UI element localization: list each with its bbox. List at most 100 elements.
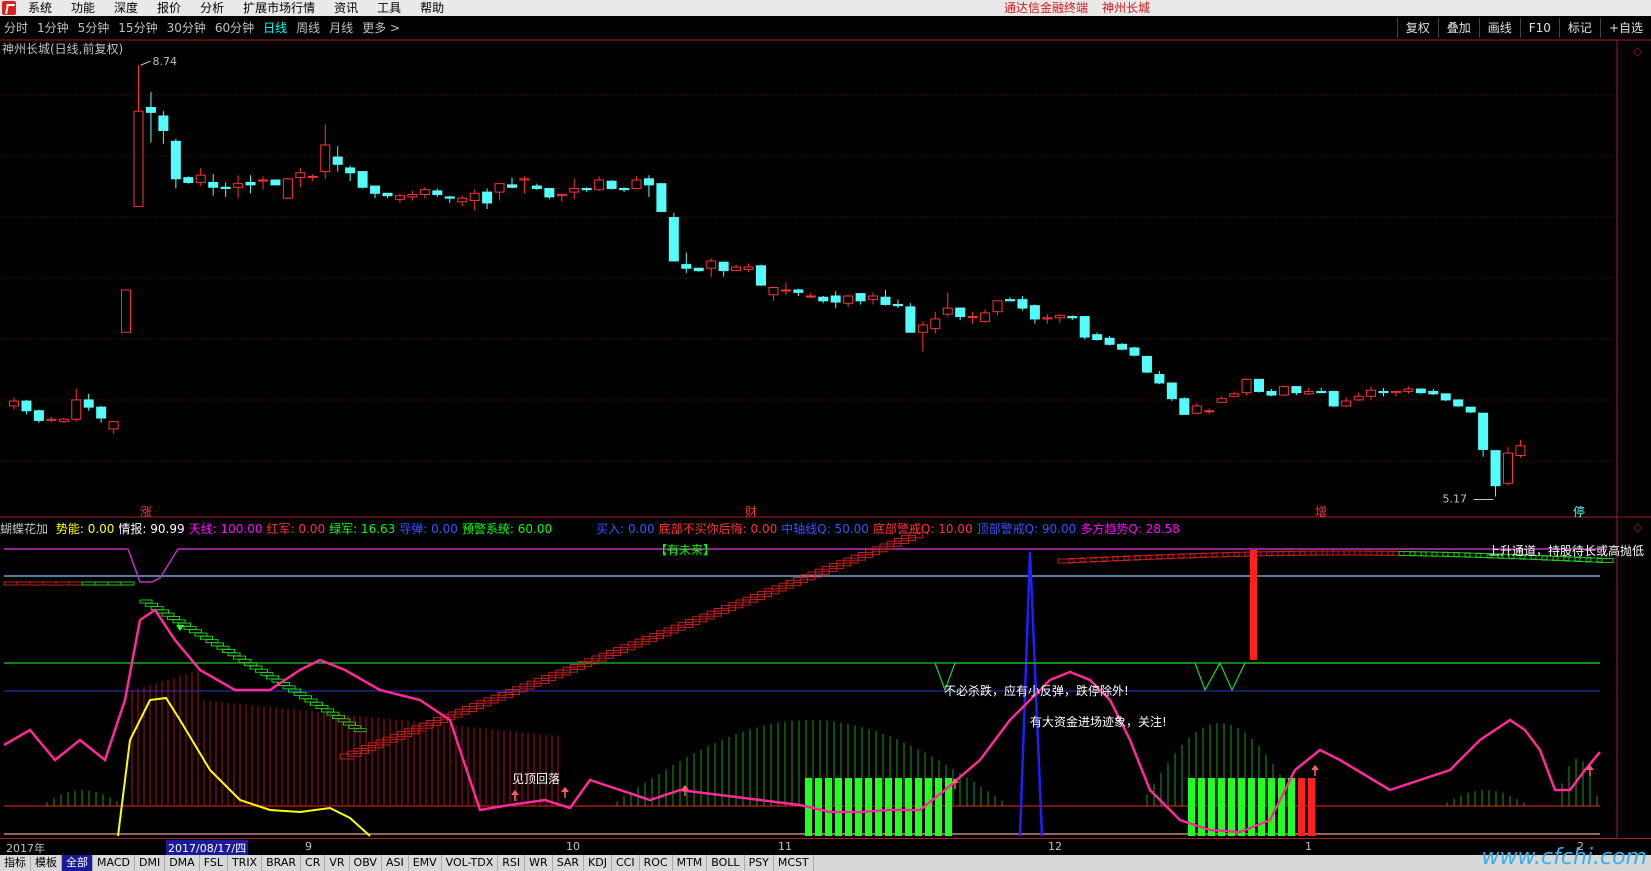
indicator-tab[interactable]: FSL bbox=[200, 855, 228, 871]
candle[interactable] bbox=[407, 190, 418, 201]
candle[interactable] bbox=[942, 292, 953, 317]
indicator-tab[interactable]: OBV bbox=[350, 855, 382, 871]
candle[interactable] bbox=[606, 180, 617, 190]
candle[interactable] bbox=[270, 179, 281, 186]
candle[interactable] bbox=[1490, 450, 1501, 497]
candle[interactable] bbox=[718, 261, 729, 277]
candle[interactable] bbox=[531, 183, 542, 190]
indicator-tab[interactable]: 指标 bbox=[0, 855, 31, 871]
candle[interactable] bbox=[482, 188, 493, 210]
candle[interactable] bbox=[469, 189, 480, 211]
candle[interactable] bbox=[855, 293, 866, 305]
candle[interactable] bbox=[930, 311, 941, 334]
candle[interactable] bbox=[1054, 314, 1065, 323]
candle[interactable] bbox=[108, 421, 119, 434]
candle[interactable] bbox=[507, 177, 517, 189]
candle[interactable] bbox=[46, 416, 57, 422]
candle[interactable] bbox=[1042, 314, 1053, 324]
candle[interactable] bbox=[569, 178, 580, 200]
candle[interactable] bbox=[1104, 335, 1115, 346]
indicator-tab[interactable]: PSY bbox=[745, 855, 774, 871]
candle[interactable] bbox=[917, 321, 928, 352]
indicator-tab[interactable]: VR bbox=[325, 855, 350, 871]
candle[interactable] bbox=[382, 192, 393, 199]
candle[interactable] bbox=[444, 195, 455, 203]
candle[interactable] bbox=[1216, 396, 1227, 403]
indicator-tab[interactable]: DMI bbox=[135, 855, 166, 871]
candle[interactable] bbox=[656, 183, 667, 212]
indicator-tab[interactable]: BOLL bbox=[707, 855, 745, 871]
candle[interactable] bbox=[1179, 397, 1190, 415]
candle[interactable] bbox=[544, 187, 555, 200]
candle[interactable] bbox=[643, 175, 654, 197]
candle[interactable] bbox=[357, 171, 368, 189]
candle[interactable] bbox=[83, 393, 94, 411]
candle[interactable] bbox=[892, 299, 903, 309]
candle[interactable] bbox=[145, 91, 156, 143]
candle[interactable] bbox=[830, 291, 841, 309]
candle[interactable] bbox=[170, 138, 181, 189]
candle[interactable] bbox=[1029, 304, 1040, 324]
indicator-tab[interactable]: MACD bbox=[93, 855, 135, 871]
candle[interactable] bbox=[1229, 391, 1240, 398]
candle[interactable] bbox=[967, 311, 978, 324]
candle[interactable] bbox=[295, 167, 306, 188]
candle[interactable] bbox=[731, 264, 742, 272]
candle[interactable] bbox=[494, 183, 505, 201]
indicator-tab[interactable]: KDJ bbox=[584, 855, 612, 871]
candle[interactable] bbox=[1117, 343, 1128, 351]
candle[interactable] bbox=[693, 267, 704, 272]
candle[interactable] bbox=[594, 176, 605, 191]
candle[interactable] bbox=[245, 175, 256, 194]
indicator-tab[interactable]: ROC bbox=[640, 855, 673, 871]
indicator-tab[interactable]: EMV bbox=[409, 855, 442, 871]
candle[interactable] bbox=[880, 289, 891, 306]
indicator-tab[interactable]: 全部 bbox=[62, 855, 93, 871]
candle[interactable] bbox=[805, 292, 816, 299]
candle[interactable] bbox=[183, 176, 194, 184]
candle[interactable] bbox=[581, 187, 592, 193]
candle[interactable] bbox=[1515, 439, 1526, 458]
candle[interactable] bbox=[1141, 355, 1152, 374]
candle[interactable] bbox=[706, 258, 717, 277]
candle[interactable] bbox=[58, 418, 69, 423]
indicator-tab[interactable]: SAR bbox=[553, 855, 585, 871]
candle[interactable] bbox=[980, 309, 991, 323]
candle[interactable] bbox=[432, 188, 443, 197]
candle[interactable] bbox=[818, 295, 829, 304]
candle[interactable] bbox=[1092, 332, 1103, 341]
candle[interactable] bbox=[1278, 385, 1289, 396]
indicator-tab[interactable]: 模板 bbox=[31, 855, 62, 871]
candle[interactable] bbox=[1303, 387, 1314, 396]
candle[interactable] bbox=[1266, 389, 1277, 397]
candle[interactable] bbox=[1154, 370, 1165, 385]
candle[interactable] bbox=[1166, 382, 1177, 402]
candle[interactable] bbox=[1390, 390, 1401, 397]
candle[interactable] bbox=[121, 289, 132, 333]
candle[interactable] bbox=[1478, 412, 1489, 457]
candle[interactable] bbox=[158, 111, 169, 144]
candle[interactable] bbox=[1465, 406, 1476, 414]
candle[interactable] bbox=[1503, 447, 1513, 486]
candle[interactable] bbox=[457, 195, 468, 207]
candle[interactable] bbox=[345, 165, 356, 182]
candle[interactable] bbox=[307, 173, 318, 182]
indicator-tab[interactable]: RSI bbox=[498, 855, 526, 871]
candle[interactable] bbox=[619, 187, 630, 193]
candle[interactable] bbox=[220, 182, 231, 197]
candle[interactable] bbox=[258, 176, 268, 190]
candle[interactable] bbox=[1129, 346, 1140, 357]
candle[interactable] bbox=[992, 300, 1003, 316]
candle[interactable] bbox=[1067, 315, 1078, 321]
indicator-tab[interactable]: CR bbox=[301, 855, 326, 871]
candle[interactable] bbox=[282, 177, 293, 200]
indicator-tab[interactable]: MTM bbox=[673, 855, 708, 871]
indicator-tab[interactable]: DMA bbox=[165, 855, 200, 871]
candle[interactable] bbox=[868, 292, 879, 305]
indicator-tab[interactable]: MCST bbox=[774, 855, 814, 871]
indicator-tab[interactable]: TRIX bbox=[228, 855, 263, 871]
candle[interactable] bbox=[9, 397, 19, 410]
candle[interactable] bbox=[768, 286, 779, 301]
candle[interactable] bbox=[631, 176, 642, 189]
candle[interactable] bbox=[1204, 408, 1215, 415]
